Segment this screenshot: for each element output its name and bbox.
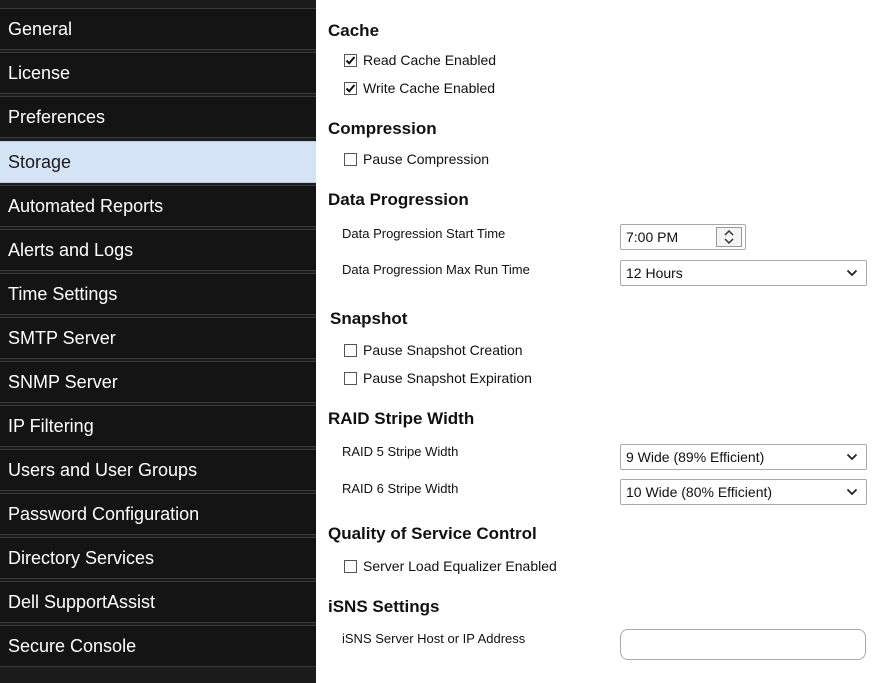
sidebar-item-general[interactable]: General xyxy=(0,8,316,50)
raid6-stripe-width-value: 10 Wide (80% Efficient) xyxy=(626,484,773,500)
start-time-value: 7:00 PM xyxy=(626,229,679,245)
raid6-stripe-width-label: RAID 6 Stripe Width xyxy=(342,481,459,496)
checkmark-icon xyxy=(345,84,356,93)
pause-compression-checkbox[interactable] xyxy=(344,152,357,166)
pause-snapshot-expiration-checkbox-row[interactable]: Pause Snapshot Expiration xyxy=(344,370,532,388)
raid6-stripe-width-select[interactable]: 10 Wide (80% Efficient) xyxy=(620,479,867,505)
pause-snapshot-creation-checkbox-row[interactable]: Pause Snapshot Creation xyxy=(344,342,523,360)
raid5-stripe-width-select[interactable]: 9 Wide (89% Efficient) xyxy=(620,444,867,470)
pause-snapshot-creation-checkbox[interactable] xyxy=(344,343,357,357)
raid5-stripe-width-label: RAID 5 Stripe Width xyxy=(342,444,459,459)
isns-settings-heading: iSNS Settings xyxy=(328,597,440,616)
settings-sidebar: General License Preferences Storage Auto… xyxy=(0,0,316,683)
sidebar-item-password-configuration[interactable]: Password Configuration xyxy=(0,493,316,535)
storage-settings-panel: Cache Read Cache Enabled Write Cache Ena… xyxy=(318,0,890,683)
isns-host-label: iSNS Server Host or IP Address xyxy=(342,631,526,646)
max-run-time-label: Data Progression Max Run Time xyxy=(342,262,530,277)
compression-heading: Compression xyxy=(328,119,437,138)
max-run-time-select[interactable]: 12 Hours xyxy=(620,260,867,286)
checkmark-icon xyxy=(345,56,356,65)
max-run-time-value: 12 Hours xyxy=(626,265,683,281)
cache-heading: Cache xyxy=(328,21,380,40)
sidebar-item-time-settings[interactable]: Time Settings xyxy=(0,273,316,315)
sidebar-item-automated-reports[interactable]: Automated Reports xyxy=(0,185,316,227)
pause-snapshot-expiration-label: Pause Snapshot Expiration xyxy=(363,370,532,386)
start-time-spinner[interactable]: 7:00 PM xyxy=(620,224,746,250)
sidebar-item-ip-filtering[interactable]: IP Filtering xyxy=(0,405,316,447)
read-cache-checkbox[interactable] xyxy=(344,53,357,67)
sidebar-item-license[interactable]: License xyxy=(0,52,316,94)
chevron-down-icon xyxy=(846,269,858,277)
chevron-down-icon xyxy=(846,488,858,496)
chevron-down-icon xyxy=(846,453,858,461)
server-load-equalizer-label: Server Load Equalizer Enabled xyxy=(363,558,557,574)
pause-snapshot-creation-label: Pause Snapshot Creation xyxy=(363,342,523,358)
sidebar-item-preferences[interactable]: Preferences xyxy=(0,96,316,138)
snapshot-heading: Snapshot xyxy=(330,309,408,328)
write-cache-label: Write Cache Enabled xyxy=(363,80,496,96)
isns-host-input[interactable] xyxy=(620,629,866,660)
read-cache-checkbox-row[interactable]: Read Cache Enabled xyxy=(344,52,496,70)
pause-compression-label: Pause Compression xyxy=(363,151,490,167)
sidebar-item-storage[interactable]: Storage xyxy=(0,141,316,183)
read-cache-label: Read Cache Enabled xyxy=(363,52,497,68)
raid-stripe-width-heading: RAID Stripe Width xyxy=(328,409,475,428)
spinner-arrows-icon[interactable] xyxy=(716,227,742,247)
qos-heading: Quality of Service Control xyxy=(328,524,537,543)
write-cache-checkbox-row[interactable]: Write Cache Enabled xyxy=(344,80,495,98)
pause-snapshot-expiration-checkbox[interactable] xyxy=(344,371,357,385)
data-progression-heading: Data Progression xyxy=(328,190,469,209)
raid5-stripe-width-value: 9 Wide (89% Efficient) xyxy=(626,449,765,465)
start-time-label: Data Progression Start Time xyxy=(342,226,506,241)
server-load-equalizer-checkbox-row[interactable]: Server Load Equalizer Enabled xyxy=(344,558,557,576)
sidebar-item-smtp-server[interactable]: SMTP Server xyxy=(0,317,316,359)
server-load-equalizer-checkbox[interactable] xyxy=(344,559,357,573)
pause-compression-checkbox-row[interactable]: Pause Compression xyxy=(344,151,489,169)
sidebar-item-secure-console[interactable]: Secure Console xyxy=(0,625,316,667)
write-cache-checkbox[interactable] xyxy=(344,81,357,95)
sidebar-item-snmp-server[interactable]: SNMP Server xyxy=(0,361,316,403)
sidebar-item-alerts-and-logs[interactable]: Alerts and Logs xyxy=(0,229,316,271)
sidebar-item-directory-services[interactable]: Directory Services xyxy=(0,537,316,579)
sidebar-item-dell-supportassist[interactable]: Dell SupportAssist xyxy=(0,581,316,623)
sidebar-item-users-and-user-groups[interactable]: Users and User Groups xyxy=(0,449,316,491)
